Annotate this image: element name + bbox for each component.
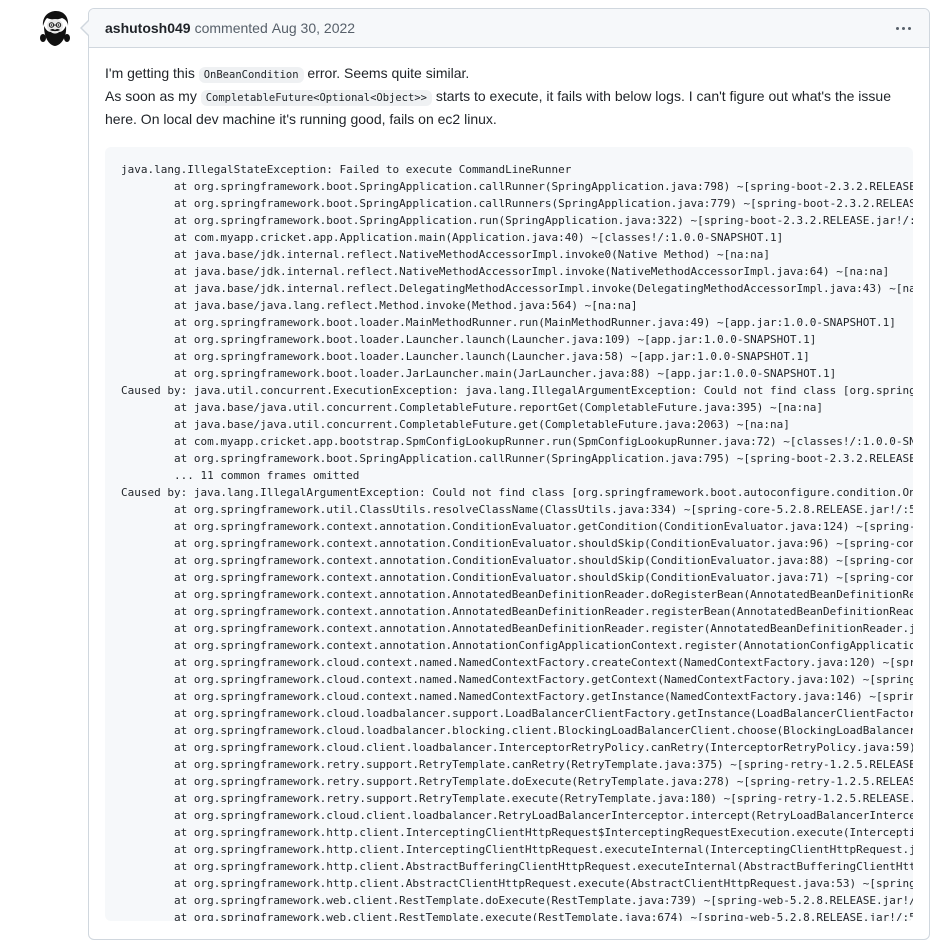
comment-box: ashutosh049 commented Aug 30, 2022 I'm g… bbox=[88, 8, 930, 940]
log-line: at org.springframework.boot.loader.Launc… bbox=[121, 350, 810, 363]
log-line: at org.springframework.cloud.loadbalance… bbox=[173, 724, 913, 737]
inline-code: CompletableFuture<Optional<Object>> bbox=[200, 90, 432, 106]
comment-caret-inner bbox=[82, 21, 89, 35]
log-line: Caused by: java.util.concurrent.Executio… bbox=[121, 384, 913, 397]
log-line: at java.base/java.lang.reflect.Method.in… bbox=[121, 299, 638, 312]
log-line: at org.springframework.context.annotatio… bbox=[173, 639, 913, 652]
log-line: at org.springframework.cloud.context.nam… bbox=[173, 673, 913, 686]
text: I'm getting this bbox=[105, 65, 199, 81]
log-line: at org.springframework.boot.loader.Launc… bbox=[121, 333, 817, 346]
text: As soon as my bbox=[105, 88, 201, 104]
log-line: at com.myapp.cricket.app.bootstrap.SpmCo… bbox=[121, 435, 913, 448]
log-line: at org.springframework.cloud.context.nam… bbox=[173, 656, 913, 669]
log-line: at java.base/java.util.concurrent.Comple… bbox=[121, 401, 823, 414]
log-line: at org.springframework.retry.support.Ret… bbox=[121, 758, 913, 771]
log-line: at java.base/java.util.concurrent.Comple… bbox=[121, 418, 790, 431]
log-line: at org.springframework.http.client.Inter… bbox=[173, 826, 913, 839]
log-line: at java.base/jdk.internal.reflect.Native… bbox=[121, 265, 890, 278]
log-line: at org.springframework.cloud.client.load… bbox=[173, 741, 913, 754]
log-line: at org.springframework.context.annotatio… bbox=[173, 554, 913, 567]
log-line: at org.springframework.context.annotatio… bbox=[173, 622, 913, 635]
text: error. Seems quite similar. bbox=[303, 65, 470, 81]
log-line: at org.springframework.boot.SpringApplic… bbox=[173, 180, 913, 193]
log-line: at org.springframework.context.annotatio… bbox=[173, 571, 913, 584]
log-line: at org.springframework.http.client.Inter… bbox=[173, 843, 913, 856]
log-line: at com.myapp.cricket.app.Application.mai… bbox=[121, 231, 784, 244]
comment-paragraph-1: I'm getting this OnBeanCondition error. … bbox=[105, 63, 913, 86]
log-line: at java.base/jdk.internal.reflect.Delega… bbox=[121, 282, 913, 295]
comment-action: commented bbox=[194, 20, 268, 36]
avatar[interactable] bbox=[35, 8, 75, 48]
log-line: at org.springframework.util.ClassUtils.r… bbox=[173, 503, 913, 516]
log-line: at org.springframework.http.client.Abstr… bbox=[173, 877, 913, 890]
log-line: at org.springframework.boot.loader.JarLa… bbox=[121, 367, 837, 380]
log-line: at java.base/jdk.internal.reflect.Native… bbox=[121, 248, 771, 261]
comment-author-link[interactable]: ashutosh049 bbox=[105, 20, 191, 36]
log-line: ... 11 common frames omitted bbox=[121, 469, 360, 482]
log-line: Caused by: java.lang.IllegalArgumentExce… bbox=[121, 486, 913, 499]
log-line: at org.springframework.boot.SpringApplic… bbox=[173, 452, 913, 465]
inline-code: OnBeanCondition bbox=[198, 67, 304, 83]
comment-paragraph-2: As soon as my CompletableFuture<Optional… bbox=[105, 86, 913, 130]
code-block[interactable]: java.lang.IllegalStateException: Failed … bbox=[105, 147, 913, 921]
log-line: at org.springframework.context.annotatio… bbox=[173, 537, 913, 550]
log-line: at org.springframework.retry.support.Ret… bbox=[121, 792, 913, 805]
log-line: at org.springframework.boot.SpringApplic… bbox=[173, 214, 913, 227]
log-line: at org.springframework.boot.SpringApplic… bbox=[173, 197, 913, 210]
log-line: at org.springframework.boot.loader.MainM… bbox=[121, 316, 896, 329]
log-line: at org.springframework.context.annotatio… bbox=[173, 520, 913, 533]
comment-date-link[interactable]: Aug 30, 2022 bbox=[272, 20, 355, 36]
log-line: at org.springframework.cloud.client.load… bbox=[173, 809, 913, 822]
comment-body: I'm getting this OnBeanCondition error. … bbox=[89, 48, 929, 921]
log-line: at org.springframework.cloud.loadbalance… bbox=[173, 707, 913, 720]
comment-header: ashutosh049 commented Aug 30, 2022 bbox=[89, 9, 929, 48]
log-line: at org.springframework.cloud.context.nam… bbox=[173, 690, 913, 703]
log-line: at org.springframework.context.annotatio… bbox=[173, 605, 913, 618]
log-line: at org.springframework.retry.support.Ret… bbox=[121, 775, 913, 788]
log-line: java.lang.IllegalStateException: Failed … bbox=[121, 163, 572, 176]
kebab-horizontal-icon[interactable] bbox=[891, 19, 915, 37]
log-line: at org.springframework.http.client.Abstr… bbox=[173, 860, 913, 873]
avatar-illustration-icon bbox=[35, 8, 75, 48]
log-line: at org.springframework.context.annotatio… bbox=[173, 588, 913, 601]
stack-trace-log: java.lang.IllegalStateException: Failed … bbox=[121, 161, 913, 921]
log-line: at org.springframework.web.client.RestTe… bbox=[173, 911, 913, 921]
log-line: at org.springframework.web.client.RestTe… bbox=[173, 894, 913, 907]
